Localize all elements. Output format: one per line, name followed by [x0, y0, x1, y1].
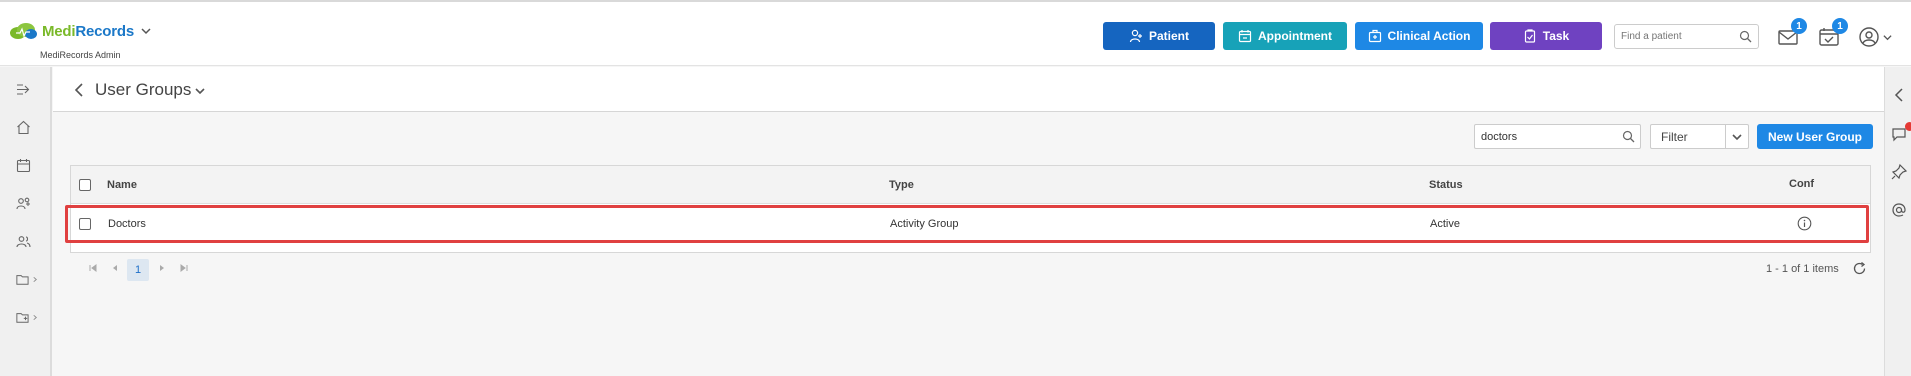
search-icon[interactable] [1622, 130, 1635, 143]
home-icon [17, 120, 30, 134]
appointment-button-label: Appointment [1258, 29, 1332, 43]
collapse-left-icon[interactable] [1891, 87, 1907, 103]
chevron-down-icon[interactable] [141, 26, 151, 36]
user-menu[interactable] [1858, 26, 1894, 48]
brand-name-part1: Medi [42, 22, 76, 40]
filter-dropdown[interactable]: Filter [1650, 124, 1749, 149]
table-header: Name Type Status Conf [71, 166, 1870, 204]
group-search[interactable] [1474, 124, 1641, 149]
patient-search-input[interactable] [1615, 25, 1735, 48]
current-page[interactable]: 1 [127, 259, 149, 281]
right-rail [1884, 67, 1911, 376]
row-checkbox[interactable] [79, 218, 91, 230]
clinical-action-button[interactable]: Clinical Action [1355, 22, 1483, 50]
select-all-checkbox[interactable] [79, 179, 91, 191]
chevron-down-icon [1883, 35, 1892, 41]
clipboard-icon [1524, 29, 1535, 43]
patient-search[interactable] [1614, 24, 1759, 49]
pager-summary: 1 - 1 of 1 items [1766, 263, 1839, 275]
sidebar-item-users[interactable] [16, 232, 38, 250]
sidebar-item-folder-add[interactable] [16, 308, 38, 326]
tasks-badge: 1 [1832, 18, 1848, 34]
expand-menu-icon [17, 83, 30, 95]
info-icon[interactable] [1797, 216, 1812, 231]
row-status: Active [1430, 218, 1460, 230]
folder-icon [16, 274, 29, 285]
row-name: Doctors [108, 218, 146, 230]
column-header-name[interactable]: Name [107, 179, 137, 191]
users-icon [16, 235, 31, 247]
back-arrow-icon[interactable] [73, 82, 85, 98]
first-page-icon[interactable] [88, 263, 98, 273]
page-title[interactable]: User Groups [95, 80, 191, 100]
sidebar-item-calendar[interactable] [16, 156, 38, 174]
pin-icon[interactable] [1891, 164, 1907, 180]
chevron-right-icon [33, 314, 37, 320]
at-sign-icon[interactable] [1891, 202, 1907, 218]
chat-button[interactable] [1891, 122, 1911, 142]
patient-button-label: Patient [1148, 29, 1189, 43]
app-logo[interactable]: MediRecords [8, 22, 151, 40]
column-header-status[interactable]: Status [1429, 179, 1463, 191]
task-button-label: Task [1542, 29, 1570, 43]
mail-badge: 1 [1791, 18, 1807, 34]
tasks-button[interactable]: 1 [1818, 18, 1848, 48]
row-type: Activity Group [890, 218, 959, 230]
last-page-icon[interactable] [179, 263, 189, 273]
sidebar-expand[interactable] [16, 80, 38, 98]
app-subtitle: MediRecords Admin [40, 50, 121, 60]
sidebar-item-patients[interactable] [16, 194, 38, 212]
logo-cloud-icon [8, 22, 38, 40]
user-groups-table: Name Type Status Conf Doctors Activity G… [70, 165, 1871, 253]
appointment-button[interactable]: Appointment [1223, 22, 1347, 50]
column-header-conf[interactable]: Conf [1789, 178, 1814, 190]
group-search-input[interactable] [1475, 125, 1615, 148]
person-add-icon [1129, 29, 1142, 43]
refresh-icon[interactable] [1852, 261, 1867, 276]
search-icon[interactable] [1739, 30, 1752, 43]
user-avatar-icon [1859, 27, 1879, 47]
task-button[interactable]: Task [1490, 22, 1602, 50]
sidebar-item-home[interactable] [16, 118, 38, 136]
filter-label: Filter [1661, 130, 1688, 144]
top-bar: MediRecords MediRecords Admin Patient Ap… [0, 0, 1911, 66]
folder-add-icon [16, 312, 29, 323]
new-user-group-button[interactable]: New User Group [1757, 124, 1873, 149]
next-page-icon[interactable] [157, 263, 167, 273]
chevron-down-icon[interactable] [195, 86, 205, 96]
chevron-down-icon[interactable] [1732, 132, 1742, 142]
patients-icon [16, 197, 30, 209]
filter-divider [1725, 125, 1726, 148]
mail-button[interactable]: 1 [1777, 18, 1807, 48]
table-row[interactable]: Doctors Activity Group Active [71, 204, 1870, 244]
brand-name: MediRecords [42, 23, 134, 40]
column-header-type[interactable]: Type [889, 179, 914, 191]
medical-bag-icon [1368, 29, 1381, 43]
prev-page-icon[interactable] [110, 263, 120, 273]
page-header: User Groups [53, 67, 1884, 112]
clinical-action-button-label: Clinical Action [1387, 29, 1471, 43]
brand-name-part2: Records [75, 22, 134, 40]
left-sidebar [0, 67, 52, 376]
notification-dot [1905, 122, 1911, 131]
sidebar-item-folder[interactable] [16, 270, 38, 288]
calendar-icon [16, 158, 31, 172]
calendar-icon [1238, 30, 1252, 43]
chevron-right-icon [33, 276, 37, 282]
patient-button[interactable]: Patient [1103, 22, 1215, 50]
